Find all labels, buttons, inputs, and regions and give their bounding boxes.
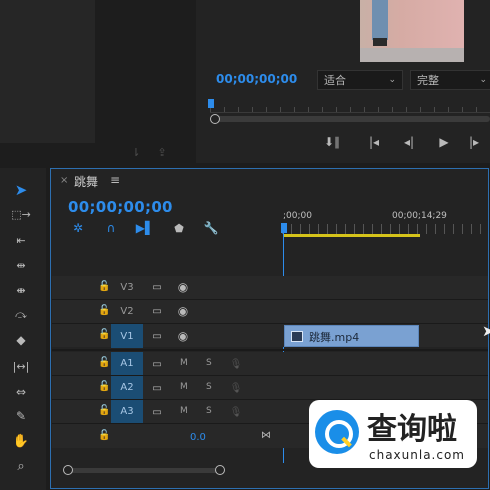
ruler-mark-label: 00;00;14;29 [392, 211, 447, 221]
mute-button[interactable]: M [180, 406, 188, 416]
microphone-icon[interactable]: 🎙 [230, 381, 243, 395]
horizontal-scrollbar[interactable] [66, 468, 221, 473]
zoom-handle-left[interactable] [210, 114, 220, 124]
scrollbar-handle-right[interactable] [215, 465, 225, 475]
ruler-start-label: ;00;00 [283, 211, 312, 221]
video-preview [360, 0, 464, 62]
lock-icon[interactable]: 🔓 [98, 405, 110, 416]
step-forward-icon[interactable]: |▸ [466, 134, 482, 150]
sync-lock-icon[interactable]: ▭ [150, 406, 164, 418]
ripple-edit-tool-icon[interactable]: ⇤ [12, 232, 30, 248]
export-frame-icon[interactable]: ⇪ [154, 145, 170, 159]
mouse-cursor-icon: ➤ [482, 322, 490, 340]
play-icon[interactable]: ▶ [436, 134, 452, 150]
eye-icon[interactable]: ◉ [176, 329, 190, 343]
solo-button[interactable]: S [206, 406, 212, 416]
microphone-icon[interactable]: 🎙 [230, 357, 243, 371]
quality-select[interactable]: 完整 ⌄ [410, 70, 490, 90]
step-back-icon[interactable]: ◂| [401, 134, 417, 150]
solo-button[interactable]: S [206, 358, 212, 368]
lock-icon[interactable]: 🔓 [98, 305, 110, 316]
source-panel [0, 0, 95, 143]
track-label-v1[interactable]: V1 [111, 324, 143, 348]
wrench-icon[interactable]: 🔧 [203, 221, 219, 235]
pen-tool-icon[interactable]: ⇔ [12, 384, 30, 400]
track-select-tool-icon[interactable]: ⬚→ [11, 206, 31, 222]
program-playhead[interactable] [208, 99, 214, 108]
time-ruler[interactable] [282, 224, 487, 234]
nest-icon[interactable]: ✲ [70, 221, 86, 235]
scrollbar-handle-left[interactable] [63, 465, 73, 475]
video-audio-divider [52, 349, 488, 351]
eye-icon[interactable]: ◉ [176, 304, 190, 318]
track-label-a1[interactable]: A1 [111, 352, 143, 375]
slide-tool-icon[interactable]: |↔| [12, 358, 30, 374]
work-area-bar[interactable] [284, 234, 420, 237]
sync-lock-icon[interactable]: ▭ [150, 382, 164, 394]
program-timecode[interactable]: 00;00;00;00 [216, 72, 297, 86]
add-marker-icon[interactable]: ⬟ [171, 221, 187, 235]
insert-icon[interactable]: ⇂ [128, 145, 144, 159]
linked-selection-icon[interactable]: ▶▌ [136, 221, 154, 235]
lock-icon[interactable]: 🔓 [98, 357, 110, 368]
mute-button[interactable]: M [180, 358, 188, 368]
rate-stretch-tool-icon[interactable]: ⇼ [12, 282, 30, 298]
solo-button[interactable]: S [206, 382, 212, 392]
sync-lock-icon[interactable]: ▭ [150, 330, 164, 342]
track-label-v2[interactable]: V2 [111, 300, 143, 322]
floor [360, 48, 464, 62]
sync-lock-icon[interactable]: ▭ [150, 358, 164, 370]
slip-tool-icon[interactable]: ◆ [12, 332, 30, 348]
selection-tool-icon[interactable]: ➤ [12, 181, 30, 199]
lock-icon[interactable]: 🔓 [98, 281, 110, 292]
hand-tool-icon[interactable]: ✎ [12, 408, 30, 424]
person-legs [373, 38, 387, 46]
watermark-logo-icon [315, 410, 359, 454]
fit-select-value: 适合 [324, 74, 346, 87]
program-ruler[interactable] [210, 98, 490, 113]
program-zoom-bar[interactable] [210, 116, 490, 122]
timeline-tab-title[interactable]: 跳舞 [74, 173, 98, 190]
snap-icon[interactable]: ∩ [103, 221, 119, 235]
lock-icon[interactable]: 🔓 [98, 381, 110, 392]
zoom-tool-icon[interactable]: ⌕ [12, 458, 30, 474]
person-figure [372, 0, 388, 40]
watermark-brand: 查询啦 [367, 412, 457, 447]
chevron-down-icon: ⌄ [388, 75, 396, 85]
hand-tool-icon[interactable]: ✋ [12, 433, 30, 449]
timeline-playhead-head[interactable] [281, 223, 287, 233]
fit-select[interactable]: 适合 ⌄ [317, 70, 403, 90]
rolling-edit-tool-icon[interactable]: ⇹ [12, 257, 30, 273]
eye-icon[interactable]: ◉ [176, 280, 190, 294]
chevron-down-icon: ⌄ [479, 75, 487, 85]
lock-icon[interactable]: 🔓 [98, 430, 110, 441]
watermark-domain: chaxunla.com [369, 448, 465, 462]
track-label-v3[interactable]: V3 [111, 276, 143, 298]
sync-lock-icon[interactable]: ▭ [150, 305, 164, 317]
go-to-edit-icon[interactable]: ⋈ [258, 428, 274, 442]
track-label-a3[interactable]: A3 [111, 400, 143, 423]
close-tab-icon[interactable]: × [60, 175, 68, 186]
razor-tool-icon[interactable]: ⤼ [12, 307, 30, 323]
clip-name: 跳舞.mp4 [309, 331, 360, 344]
fx-badge-icon [291, 331, 303, 342]
lock-icon[interactable]: 🔓 [98, 329, 110, 340]
sync-lock-icon[interactable]: ▭ [150, 281, 164, 293]
timeline-timecode[interactable]: 00;00;00;00 [68, 198, 173, 216]
quality-select-value: 完整 [417, 74, 439, 87]
master-volume[interactable]: 0.0 [190, 432, 206, 443]
go-to-in-icon[interactable]: |◂ [366, 134, 382, 150]
video-clip[interactable]: 跳舞.mp4 [284, 325, 419, 347]
track-label-a2[interactable]: A2 [111, 376, 143, 399]
panel-menu-icon[interactable]: ≡ [110, 173, 120, 187]
microphone-icon[interactable]: 🎙 [230, 405, 243, 419]
lift-extract-icon[interactable]: ⬇∥ [321, 134, 343, 150]
program-monitor: 00;00;00;00 适合 ⌄ 完整 ⌄ ⬇∥ |◂ ◂| ▶ |▸ [196, 0, 490, 163]
mute-button[interactable]: M [180, 382, 188, 392]
watermark: 查询啦 chaxunla.com [309, 400, 477, 468]
